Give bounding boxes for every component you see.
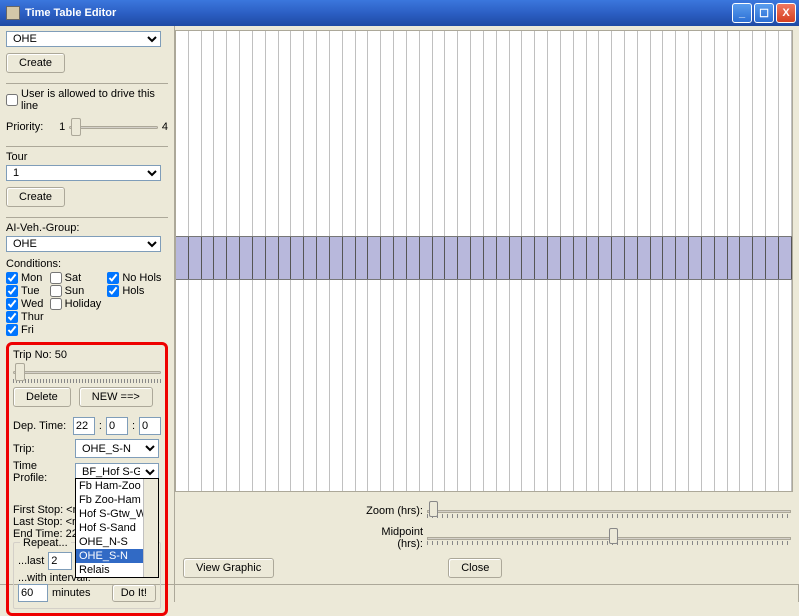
trip-no-slider[interactable]: [13, 363, 161, 381]
dep-sec-input[interactable]: [139, 417, 161, 435]
tour-label: Tour: [6, 151, 168, 163]
tue-checkbox[interactable]: Tue: [6, 285, 44, 297]
time-profile-dropdown-list[interactable]: Fb Ham-Zoo Fb Zoo-Ham Hof S-Gtw_W Hof S-…: [75, 478, 159, 578]
sat-checkbox[interactable]: Sat: [50, 272, 102, 284]
priority-slider[interactable]: [69, 118, 158, 136]
titlebar: Time Table Editor _ ☐ X: [0, 0, 799, 26]
line-select[interactable]: OHE: [6, 31, 161, 47]
dep-hour-input[interactable]: [73, 417, 95, 435]
midpoint-label: Midpoint (hrs):: [353, 526, 423, 550]
close-window-button[interactable]: X: [776, 3, 796, 23]
trip-label: Trip:: [13, 443, 71, 455]
allow-drive-checkbox[interactable]: User is allowed to drive this line: [6, 88, 168, 112]
trip-no-label: Trip No: 50: [13, 349, 67, 361]
midpoint-slider[interactable]: [427, 527, 791, 549]
wed-checkbox[interactable]: Wed: [6, 298, 44, 310]
dep-min-input[interactable]: [106, 417, 128, 435]
repeat-last-input[interactable]: [48, 552, 72, 570]
delete-button[interactable]: Delete: [13, 387, 71, 407]
dep-time-label: Dep. Time:: [13, 420, 69, 432]
tour-select[interactable]: 1: [6, 165, 161, 181]
fri-checkbox[interactable]: Fri: [6, 324, 44, 336]
maximize-button[interactable]: ☐: [754, 3, 774, 23]
create-line-button[interactable]: Create: [6, 53, 65, 73]
app-icon: [6, 6, 20, 20]
trip-select[interactable]: OHE_S-N: [75, 439, 159, 458]
close-button[interactable]: Close: [448, 558, 502, 578]
aiveh-select[interactable]: OHE: [6, 236, 161, 252]
sidebar: OHE Create User is allowed to drive this…: [0, 26, 175, 584]
conditions-group: Mon Tue Wed Thur Fri Sat Sun Holiday No …: [6, 272, 168, 336]
aiveh-label: AI-Veh.-Group:: [6, 222, 168, 234]
interval-input[interactable]: [18, 584, 48, 602]
nohols-checkbox[interactable]: No Hols: [107, 272, 161, 284]
priority-label: Priority:: [6, 121, 43, 133]
trip-panel-highlight: Trip No: 50 Delete NEW ==> Dep. Time: : …: [6, 342, 168, 616]
mon-checkbox[interactable]: Mon: [6, 272, 44, 284]
view-graphic-button[interactable]: View Graphic: [183, 558, 274, 578]
do-it-button[interactable]: Do It!: [112, 584, 156, 602]
window-title: Time Table Editor: [25, 7, 732, 19]
main-area: Zoom (hrs): Midpoint (hrs): View Graphic…: [175, 26, 799, 584]
holiday-checkbox[interactable]: Holiday: [50, 298, 102, 310]
thur-checkbox[interactable]: Thur: [6, 311, 44, 323]
minimize-button[interactable]: _: [732, 3, 752, 23]
dropdown-scrollbar[interactable]: [143, 479, 158, 577]
zoom-label: Zoom (hrs):: [353, 505, 423, 517]
zoom-slider[interactable]: [427, 500, 791, 522]
time-profile-label: Time Profile:: [13, 460, 71, 484]
hols-checkbox[interactable]: Hols: [107, 285, 161, 297]
create-tour-button[interactable]: Create: [6, 187, 65, 207]
timeline-graphic[interactable]: [175, 30, 793, 492]
new-button[interactable]: NEW ==>: [79, 387, 153, 407]
conditions-label: Conditions:: [6, 258, 168, 270]
sun-checkbox[interactable]: Sun: [50, 285, 102, 297]
